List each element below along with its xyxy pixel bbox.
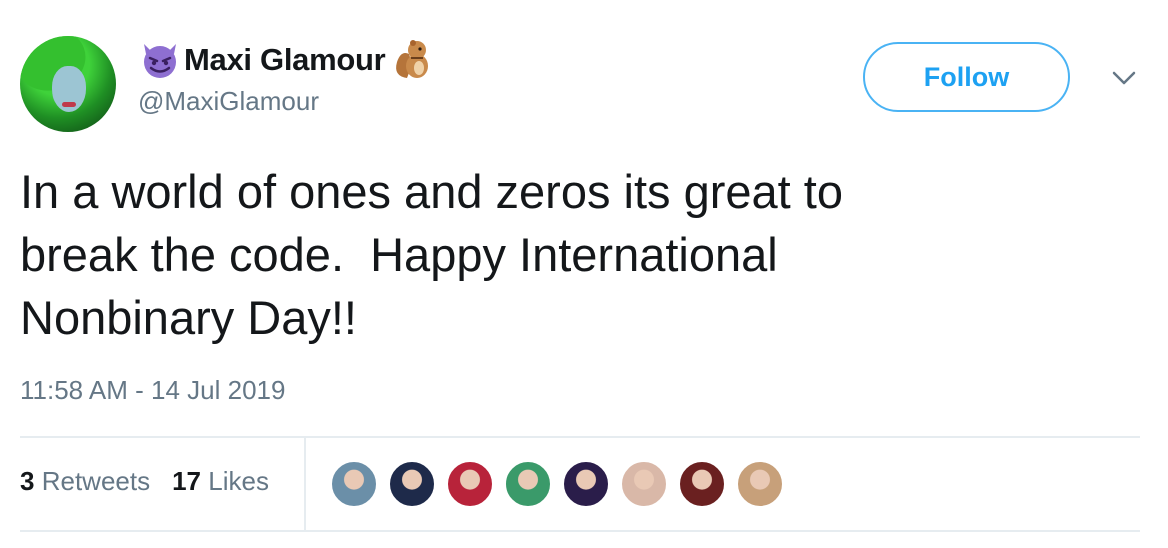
chipmunk-icon: [396, 40, 429, 78]
retweets-count: 3: [20, 466, 35, 496]
divider: [20, 530, 1140, 532]
retweets-label: Retweets: [41, 466, 151, 496]
liker-avatar[interactable]: [620, 460, 668, 508]
divider: [20, 436, 1140, 438]
name-row: Maxi Glamour: [138, 38, 433, 82]
likes-label: Likes: [208, 466, 269, 496]
likers-avatars: [330, 460, 794, 508]
display-name[interactable]: Maxi Glamour: [184, 42, 386, 78]
liker-avatar[interactable]: [562, 460, 610, 508]
tweet-timestamp[interactable]: 11:58 AM - 14 Jul 2019: [20, 375, 285, 406]
liker-avatar[interactable]: [504, 460, 552, 508]
follow-button[interactable]: Follow: [863, 42, 1070, 112]
retweets-stat[interactable]: 3 Retweets: [20, 466, 150, 497]
user-handle[interactable]: @MaxiGlamour: [138, 86, 319, 117]
liker-avatar[interactable]: [736, 460, 784, 508]
chevron-down-icon[interactable]: [1112, 70, 1136, 86]
liker-avatar[interactable]: [446, 460, 494, 508]
profile-avatar[interactable]: [20, 36, 116, 132]
avatar-lip: [62, 102, 76, 107]
likes-count: 17: [172, 466, 202, 496]
tweet-stats: 3 Retweets 17 Likes: [20, 466, 291, 497]
stats-divider: [304, 438, 306, 530]
liker-avatar[interactable]: [330, 460, 378, 508]
tweet-text: In a world of ones and zeros its great t…: [20, 165, 843, 344]
likes-stat[interactable]: 17 Likes: [172, 466, 269, 497]
liker-avatar[interactable]: [678, 460, 726, 508]
smiling-devil-icon: [144, 44, 176, 78]
liker-avatar[interactable]: [388, 460, 436, 508]
